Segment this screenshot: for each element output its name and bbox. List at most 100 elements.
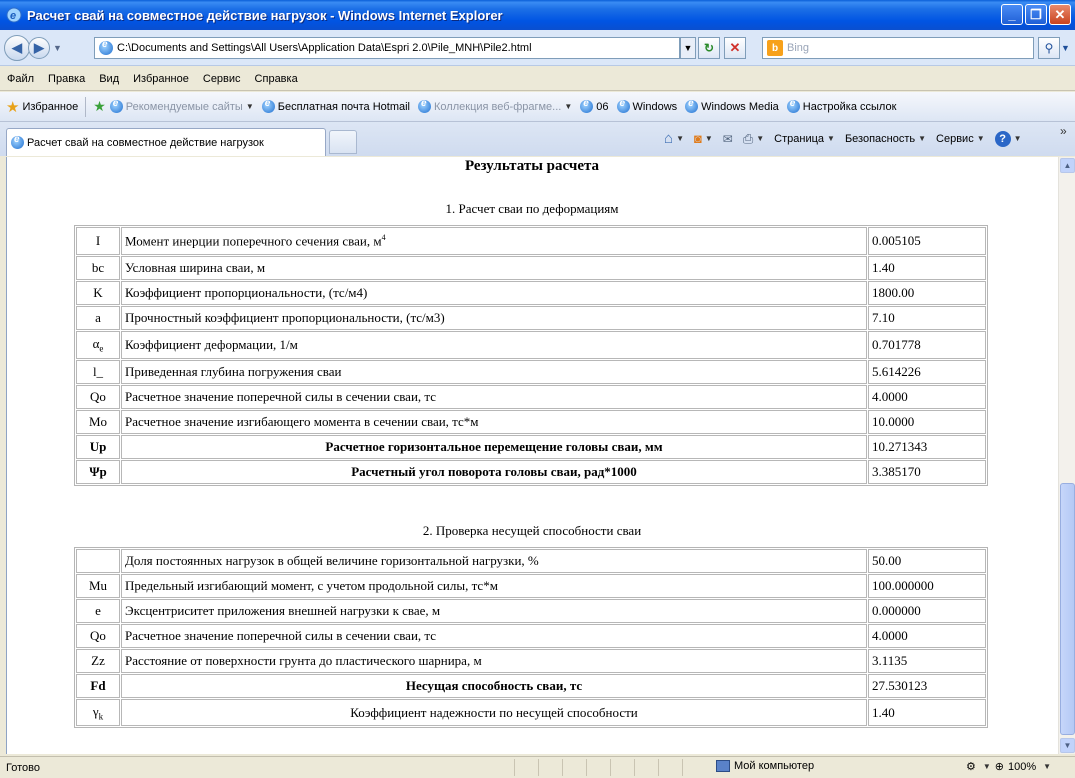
description-cell: Расчетное горизонтальное перемещение гол… <box>121 435 867 459</box>
refresh-button[interactable]: ↻ <box>698 37 720 59</box>
feeds-button[interactable]: ◙ ▼ <box>694 131 713 146</box>
table-row: Mu Предельный изгибающий момент, с учетом… <box>76 574 986 598</box>
add-favorite-icon[interactable]: ★ <box>93 98 106 115</box>
menu-bar: Файл Правка Вид Избранное Сервис Справка <box>0 67 1075 91</box>
table-row: I Момент инерции поперечного сечения сваи… <box>76 227 986 255</box>
scroll-up-icon[interactable]: ▲ <box>1060 158 1075 173</box>
tab-bar: Расчет свай на совместное действие нагру… <box>0 122 1075 156</box>
scroll-down-icon[interactable]: ▼ <box>1060 738 1075 753</box>
fav-suggested-sites[interactable]: Рекомендуемые сайты▼ <box>109 98 254 113</box>
fav-windows-media[interactable]: Windows Media <box>685 98 779 113</box>
table-row: αe Коэффициент деформации, 1/м 0.701778 <box>76 331 986 359</box>
forward-button[interactable]: ▶ <box>28 36 50 59</box>
search-button[interactable]: ⚲ <box>1038 37 1060 59</box>
menu-edit[interactable]: Правка <box>48 73 85 85</box>
tools-menu-button[interactable]: Сервис ▼ <box>936 133 985 145</box>
description-cell: Предельный изгибающий момент, с учетом п… <box>121 574 867 598</box>
search-icon: ⚲ <box>1044 41 1054 55</box>
symbol-cell: K <box>76 281 120 305</box>
print-button[interactable]: ⎙ ▼ <box>743 131 764 147</box>
page-menu-button[interactable]: Страница ▼ <box>774 133 835 145</box>
mail-button[interactable]: ✉ <box>723 132 733 146</box>
fav-windows[interactable]: Windows <box>616 98 678 113</box>
fav-customize-links[interactable]: Настройка ссылок <box>786 98 896 113</box>
safety-menu-button[interactable]: Безопасность ▼ <box>845 133 926 145</box>
chevron-down-icon: ▼ <box>827 134 835 143</box>
description-cell: Коэффициент деформации, 1/м <box>121 331 867 359</box>
symbol-cell: a <box>76 306 120 330</box>
back-button[interactable]: ◀ <box>4 34 30 61</box>
more-commands-icon[interactable]: » <box>1060 124 1067 138</box>
help-button[interactable]: ? ▼ <box>994 130 1022 147</box>
chevron-down-icon: ▼ <box>245 102 254 111</box>
menu-favorites[interactable]: Избранное <box>133 73 189 85</box>
search-options-icon[interactable]: ▼ <box>1061 37 1073 59</box>
address-field[interactable]: C:\Documents and Settings\All Users\Appl… <box>94 37 680 59</box>
value-cell: 7.10 <box>868 306 986 330</box>
page-content: Результаты расчета 1. Расчет сваи по деф… <box>6 157 1058 754</box>
command-bar: ⌂ ▼ ◙ ▼ ✉ ⎙ ▼ Страница ▼ Безопасность ▼ Серви… <box>664 130 1032 147</box>
zoom-icon: ⊕ <box>994 761 1005 773</box>
favorites-button[interactable]: Избранное <box>22 101 78 113</box>
status-bar: Готово Мой компьютер ⚙ ▼ ⊕ 100% ▼ <box>0 756 1075 778</box>
symbol-cell: bc <box>76 256 120 280</box>
symbol-cell: γk <box>76 699 120 726</box>
zoom-control[interactable]: ⚙ ▼ ⊕ 100% ▼ <box>966 760 1051 774</box>
table-row: e Эксцентриситет приложения внешней нагру… <box>76 599 986 623</box>
zone-label: Мой компьютер <box>734 760 815 772</box>
value-cell: 1.40 <box>868 256 986 280</box>
menu-tools[interactable]: Сервис <box>203 73 241 85</box>
menu-file[interactable]: Файл <box>7 73 34 85</box>
fav-label: Коллекция веб-фрагме... <box>434 100 562 113</box>
tab-current-page[interactable]: Расчет свай на совместное действие нагру… <box>6 128 326 156</box>
divider <box>85 96 87 117</box>
bearing-capacity-table: Доля постоянных нагрузок в общей величин… <box>74 547 988 728</box>
fav-06[interactable]: 06 <box>580 98 609 113</box>
chevron-down-icon: ▼ <box>564 102 573 111</box>
description-cell: Прочностный коэффициент пропорциональнос… <box>121 306 867 330</box>
forward-arrow-icon: ▶ <box>34 39 44 55</box>
fav-hotmail[interactable]: Бесплатная почта Hotmail <box>261 98 410 113</box>
fav-label: Windows Media <box>701 100 779 113</box>
minimize-button[interactable]: _ <box>1001 4 1023 25</box>
value-cell: 0.000000 <box>868 599 986 623</box>
table-row: a Прочностный коэффициент пропорционально… <box>76 306 986 330</box>
table-row: Up Расчетное горизонтальное перемещение г… <box>76 435 986 459</box>
value-cell: 3.1135 <box>868 649 986 673</box>
security-zone[interactable]: Мой компьютер <box>716 760 814 772</box>
address-url[interactable]: C:\Documents and Settings\All Users\Appl… <box>117 42 532 54</box>
navigation-bar: ◀ ▶ ▼ C:\Documents and Settings\All User… <box>0 30 1075 66</box>
symbol-cell: Qo <box>76 624 120 648</box>
ie-page-icon <box>685 98 699 113</box>
chevron-down-icon: ▼ <box>704 134 713 143</box>
fav-web-slices[interactable]: Коллекция веб-фрагме...▼ <box>418 98 573 113</box>
fav-label: 06 <box>596 100 609 113</box>
menu-view[interactable]: Вид <box>99 73 119 85</box>
vertical-scrollbar[interactable]: ▲ ▼ <box>1058 157 1075 754</box>
address-dropdown-icon[interactable]: ▼ <box>680 37 696 59</box>
stop-button[interactable]: ✕ <box>724 37 746 59</box>
menu-help[interactable]: Справка <box>255 73 298 85</box>
maximize-button[interactable]: ❐ <box>1025 4 1047 25</box>
search-input[interactable]: b Bing <box>762 37 1034 59</box>
description-cell: Расстояние от поверхности грунта до плас… <box>121 649 867 673</box>
description-cell: Расчетное значение изгибающего момента в… <box>121 410 867 434</box>
value-cell: 3.385170 <box>868 460 986 484</box>
fav-label: Windows <box>632 100 678 113</box>
value-cell: 27.530123 <box>868 674 986 698</box>
ie-page-icon <box>580 98 594 113</box>
close-button[interactable]: ✕ <box>1049 4 1071 25</box>
rss-feed-icon: ◙ <box>693 131 702 146</box>
home-button[interactable]: ⌂ ▼ <box>664 130 684 147</box>
ie-page-icon <box>786 98 800 113</box>
new-tab-button[interactable] <box>329 130 357 154</box>
deformation-table: I Момент инерции поперечного сечения сваи… <box>74 225 988 486</box>
chevron-down-icon: ▼ <box>976 134 985 143</box>
description-cell: Расчетное значение поперечной силы в сеч… <box>121 624 867 648</box>
value-cell: 4.0000 <box>868 385 986 409</box>
table-row: γk Коэффициент надежности по несущей спос… <box>76 699 986 726</box>
history-dropdown-icon[interactable]: ▼ <box>53 43 65 53</box>
scroll-thumb[interactable] <box>1060 483 1075 735</box>
protected-mode-icon: ⚙ <box>966 761 976 773</box>
tab-title: Расчет свай на совместное действие нагру… <box>27 136 264 149</box>
